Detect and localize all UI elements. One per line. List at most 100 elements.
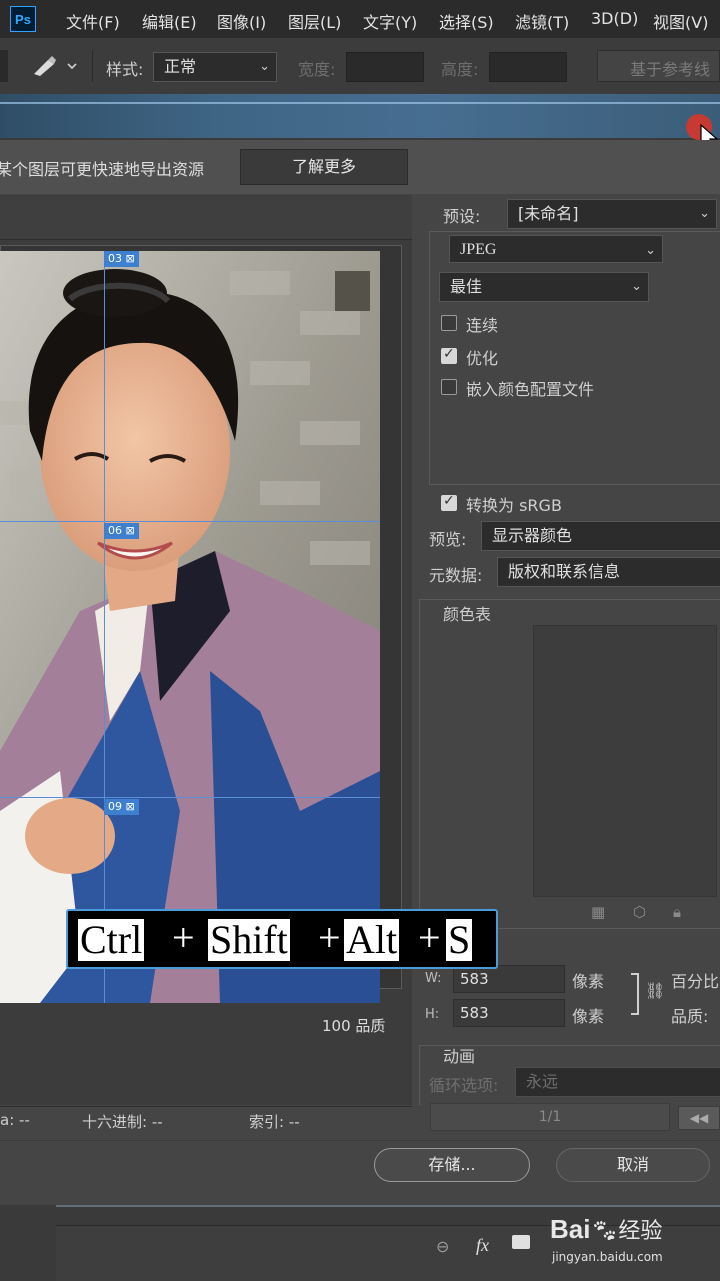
canvas-background-strip: [0, 94, 720, 138]
progressive-option[interactable]: 连续: [441, 312, 621, 335]
layer-mask-icon[interactable]: [512, 1235, 530, 1249]
height-prefix: H:: [425, 1007, 440, 1022]
menu-3d[interactable]: 3D(D): [591, 9, 638, 28]
menu-edit[interactable]: 编辑(E): [142, 9, 197, 33]
style-select[interactable]: 正常 ⌄: [153, 52, 277, 82]
menu-layer[interactable]: 图层(L): [288, 9, 341, 33]
save-for-web-dialog: 某个图层可更快速地导出资源 了解更多 03 ⊠ 06 ⊠ 09 ⊠ 100 品质…: [0, 140, 720, 1205]
options-bar: 样式: 正常 ⌄ 宽度: 高度: 基于参考线: [0, 38, 720, 95]
fx-icon[interactable]: fx: [476, 1235, 489, 1256]
style-value: 正常: [164, 57, 197, 76]
menu-image[interactable]: 图像(I): [217, 9, 266, 33]
preview-quality: 100 品质: [322, 1015, 385, 1036]
width-input[interactable]: [346, 52, 424, 82]
export-notice-bar: 某个图层可更快速地导出资源 了解更多: [0, 140, 720, 194]
width-label: 宽度:: [298, 60, 336, 79]
menu-filter[interactable]: 滤镜(T): [515, 9, 569, 33]
link-icon[interactable]: ⛓: [645, 981, 665, 1000]
link-layers-icon[interactable]: ⊖: [436, 1237, 449, 1256]
embed-profile-option[interactable]: 嵌入颜色配置文件: [441, 376, 641, 399]
optimized-label: 优化: [466, 349, 499, 368]
slice-badge-09[interactable]: 09 ⊠: [104, 799, 139, 815]
cube-icon[interactable]: ⬡: [633, 903, 646, 921]
index-label: 索引:: [249, 1113, 285, 1131]
index-value: --: [288, 1113, 300, 1131]
alpha-label: a:: [0, 1111, 15, 1129]
tool-preset-picker[interactable]: [30, 52, 80, 80]
loop-value: 永远: [526, 1072, 559, 1091]
export-notice-text: 某个图层可更快速地导出资源: [0, 160, 205, 179]
shortcut-overlay: Ctrl + Shift + Alt + S: [66, 909, 498, 969]
menu-bar: Ps 文件(F) 编辑(E) 图像(I) 图层(L) 文字(Y) 选择(S) 滤…: [0, 0, 720, 38]
save-button[interactable]: 存储...: [374, 1148, 530, 1182]
height-unit: 像素: [572, 1007, 605, 1026]
status-index: 索引: --: [249, 1111, 300, 1132]
menu-file[interactable]: 文件(F): [66, 9, 120, 33]
format-select[interactable]: JPEG ⌄: [449, 235, 663, 263]
alpha-value: --: [19, 1111, 30, 1129]
paw-icon: 🐾︎: [590, 1219, 619, 1244]
quality-preset-value: 最佳: [450, 277, 483, 296]
preset-value: [未命名]: [518, 204, 579, 223]
progressive-label: 连续: [466, 316, 499, 335]
slice-number: 03: [108, 252, 122, 265]
convert-srgb-checkbox[interactable]: [441, 493, 457, 511]
first-frame-button[interactable]: ◀◀: [678, 1106, 720, 1130]
preview-image[interactable]: 03 ⊠ 06 ⊠ 09 ⊠: [0, 251, 380, 1003]
slice-badge-06[interactable]: 06 ⊠: [104, 523, 139, 539]
status-alpha: a: --: [0, 1111, 30, 1129]
convert-srgb-option[interactable]: 转换为 sRGB: [441, 492, 641, 515]
preview-quality-value: 100: [322, 1017, 351, 1035]
preset-select[interactable]: [未命名] ⌄: [507, 199, 717, 229]
options-grip: [0, 50, 8, 82]
optimized-checkbox[interactable]: [441, 346, 457, 364]
chevron-down-icon: ⌄: [645, 242, 656, 257]
slice-guide-horizontal: [0, 521, 380, 522]
color-table-label: 颜色表: [443, 605, 492, 624]
window-edge-line: [0, 102, 720, 104]
height-input[interactable]: [489, 52, 567, 82]
loop-label: 循环选项:: [429, 1076, 499, 1095]
loop-select[interactable]: 永远: [515, 1067, 720, 1097]
slice-badge-03[interactable]: 03 ⊠: [104, 251, 139, 267]
color-table[interactable]: [533, 625, 717, 897]
embed-profile-label: 嵌入颜色配置文件: [466, 380, 595, 399]
learn-more-button[interactable]: 了解更多: [240, 149, 408, 185]
panel-edge: [56, 1205, 720, 1207]
watermark-url: jingyan.baidu.com: [552, 1250, 663, 1264]
refine-edge-label: 基于参考线: [630, 60, 711, 79]
web-snap-icon[interactable]: ▦: [591, 903, 605, 921]
preview-mode-select[interactable]: 显示器颜色: [481, 521, 720, 551]
menu-view[interactable]: 视图(V): [653, 9, 708, 33]
embed-profile-checkbox[interactable]: [441, 379, 457, 395]
quality-preset-select[interactable]: 最佳 ⌄: [439, 272, 649, 302]
lock-icon[interactable]: 🔒︎: [673, 903, 681, 921]
height-label: 高度:: [441, 60, 479, 79]
key-ctrl: Ctrl: [78, 917, 145, 962]
plus-sign: +: [172, 915, 195, 960]
layers-panel-footer: ⊖ fx Bai🐾︎经验 jingyan.baidu.com: [0, 1205, 720, 1281]
frame-counter: 1/1: [430, 1103, 670, 1131]
progressive-checkbox[interactable]: [441, 315, 457, 331]
hex-value: --: [151, 1113, 163, 1131]
preview-quality-label: 品质: [355, 1017, 386, 1035]
key-s: S: [446, 917, 473, 962]
chevron-down-icon: ⌄: [699, 206, 710, 221]
style-label: 样式:: [106, 60, 144, 79]
status-hex: 十六进制: --: [82, 1111, 163, 1132]
menu-select[interactable]: 选择(S): [439, 9, 494, 33]
photoshop-logo: Ps: [10, 6, 36, 32]
preview-mode-value: 显示器颜色: [492, 526, 573, 545]
chevron-down-icon: ⌄: [259, 59, 270, 74]
image-width-input[interactable]: 583: [453, 965, 565, 993]
image-height-input[interactable]: 583: [453, 999, 565, 1027]
menu-type[interactable]: 文字(Y): [363, 9, 417, 33]
refine-edge-button[interactable]: 基于参考线: [597, 50, 720, 82]
plus-sign: +: [318, 915, 341, 960]
cancel-button[interactable]: 取消: [556, 1148, 710, 1182]
metadata-select[interactable]: 版权和联系信息: [497, 557, 720, 587]
width-unit: 像素: [572, 972, 605, 991]
animation-title: 动画: [443, 1047, 476, 1066]
optimized-option[interactable]: 优化: [441, 345, 621, 368]
slice-number: 06: [108, 524, 122, 537]
